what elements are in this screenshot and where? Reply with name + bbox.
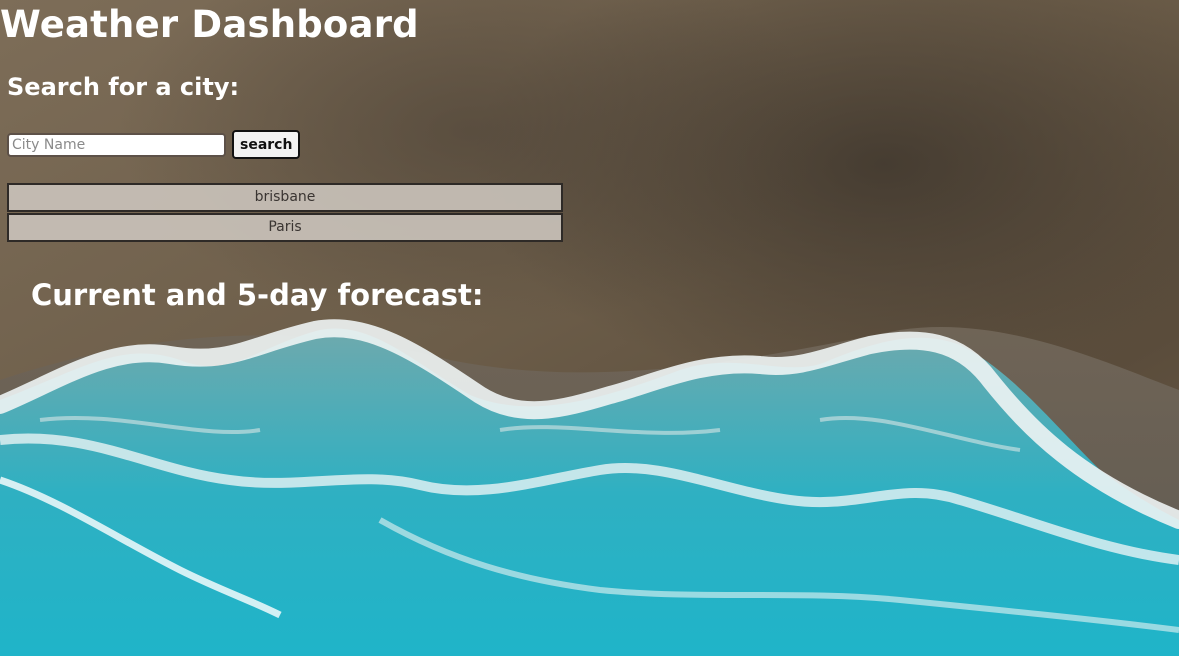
city-search-input[interactable] (7, 132, 226, 157)
search-history-list: brisbane Paris (7, 183, 563, 242)
search-form: search (7, 130, 301, 159)
search-heading: Search for a city: (7, 73, 240, 101)
history-item-paris[interactable]: Paris (7, 213, 563, 242)
history-item-brisbane[interactable]: brisbane (7, 183, 563, 212)
page-title: Weather Dashboard (0, 3, 419, 46)
forecast-heading: Current and 5-day forecast: (31, 278, 484, 312)
search-button[interactable]: search (232, 130, 301, 159)
weather-dashboard-page: Weather Dashboard Search for a city: sea… (0, 0, 1179, 656)
